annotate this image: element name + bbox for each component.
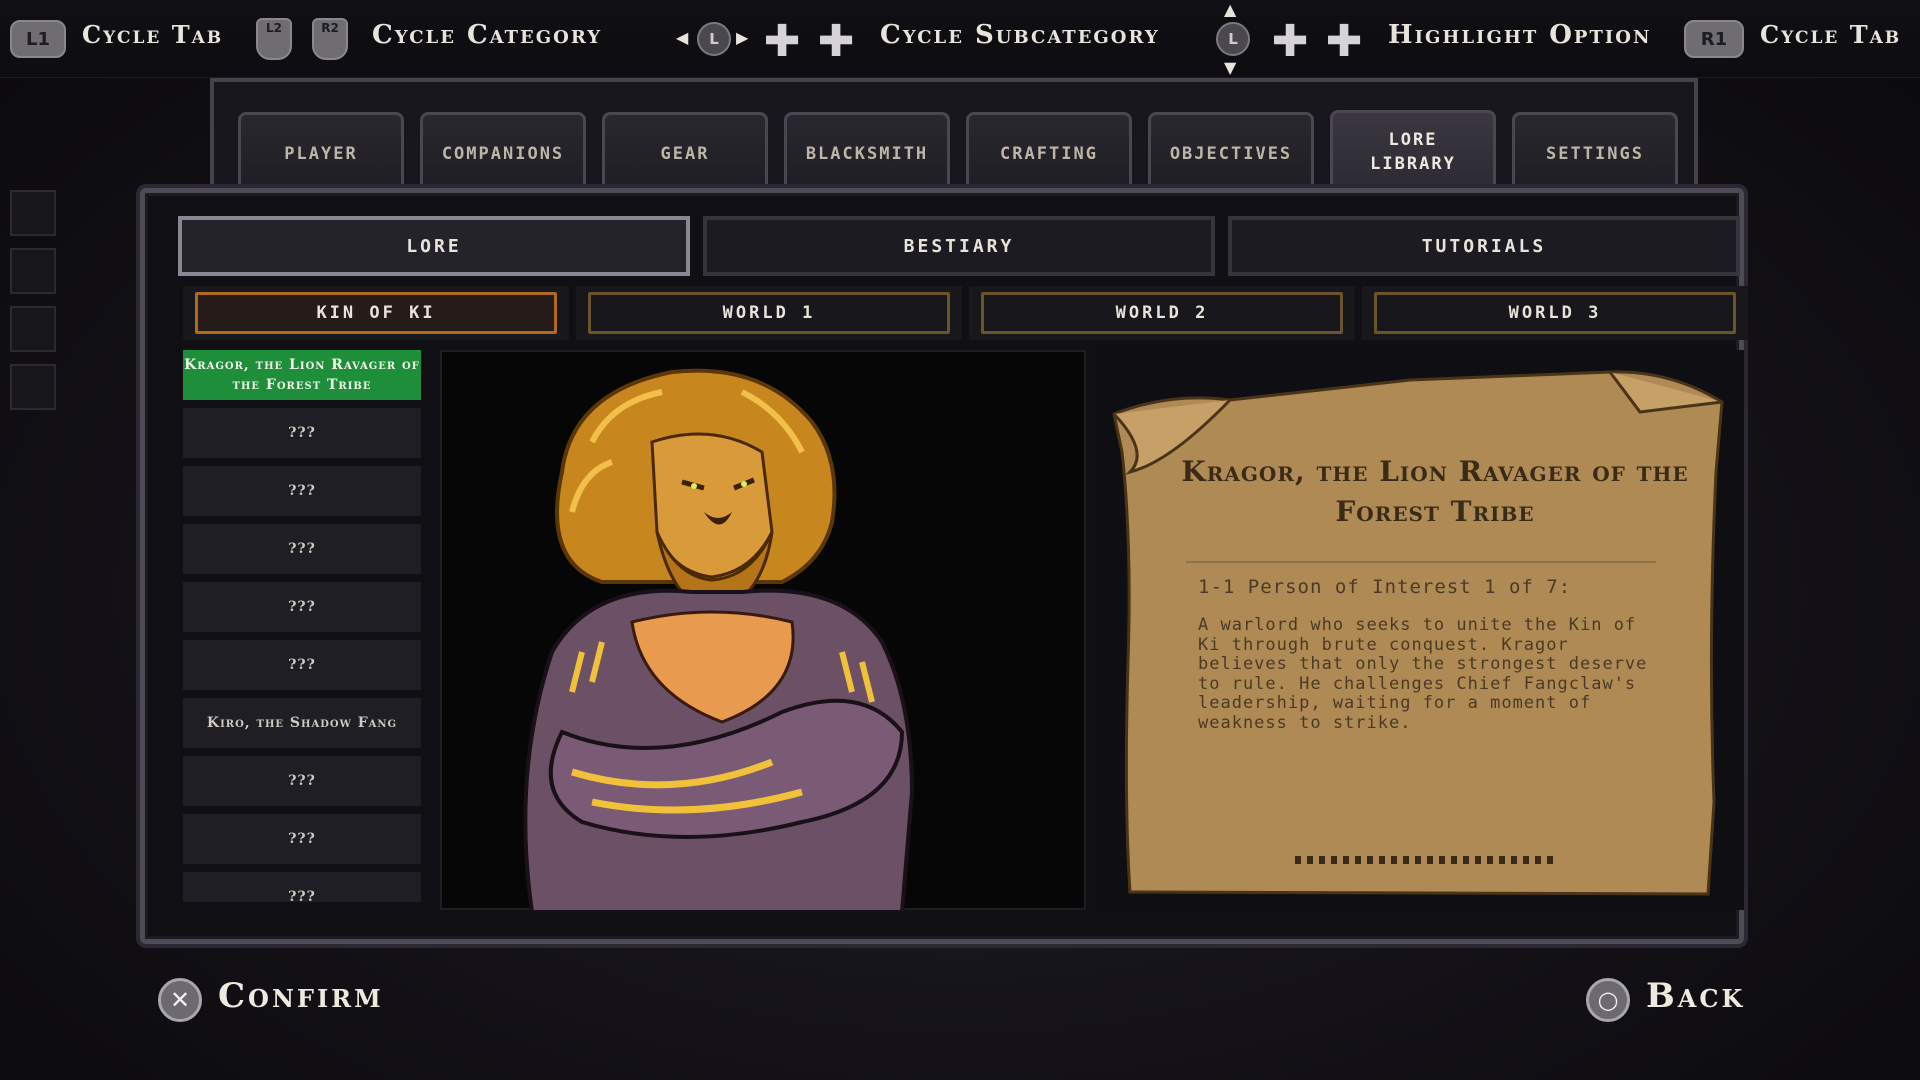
down-arrow-icon: ▼: [1224, 58, 1237, 77]
l1-button-icon: L1: [10, 20, 66, 58]
lore-body: A warlord who seeks to unite the Kin of …: [1198, 615, 1648, 733]
main-tab-strip: PLAYER COMPANIONS GEAR BLACKSMITH CRAFTI…: [210, 78, 1698, 192]
hint-cycle-tab-right: Cycle Tab: [1760, 20, 1902, 49]
tab-crafting[interactable]: CRAFTING: [966, 112, 1132, 192]
hint-cycle-category: Cycle Category: [372, 20, 603, 50]
lore-entry-list[interactable]: Kragor, the Lion Ravager of the Forest T…: [183, 350, 421, 902]
character-portrait-panel: [440, 350, 1086, 914]
subcategory-kin-of-ki[interactable]: KIN OF KI: [183, 286, 569, 340]
confirm-label[interactable]: Confirm: [218, 976, 384, 1016]
category-bestiary[interactable]: BESTIARY: [703, 216, 1215, 276]
subcategory-world-2[interactable]: WORLD 2: [969, 286, 1355, 340]
tab-label: PLAYER: [284, 143, 358, 164]
hint-cycle-subcategory: Cycle Subcategory: [880, 20, 1160, 50]
list-item[interactable]: ???: [183, 814, 421, 864]
tab-label: SETTINGS: [1546, 143, 1644, 164]
right-arrow-icon: ▶: [736, 28, 749, 47]
back-label[interactable]: Back: [1646, 976, 1745, 1016]
lion-warrior-portrait: [523, 368, 915, 914]
tab-objectives[interactable]: OBJECTIVES: [1148, 112, 1314, 192]
hint-highlight-option: Highlight Option: [1388, 20, 1652, 50]
lore-title: Kragor, the Lion Ravager of the Forest T…: [1181, 455, 1689, 528]
list-item[interactable]: Kragor, the Lion Ravager of the Forest T…: [183, 350, 421, 400]
left-stick-icon: L: [697, 22, 731, 56]
dpad-up-icon: ✚: [1271, 16, 1309, 67]
list-item[interactable]: ???: [183, 408, 421, 458]
scroll-progress-dots: [1295, 856, 1555, 864]
hud-slot: [10, 190, 56, 236]
subcategory-label: KIN OF KI: [316, 303, 436, 323]
lore-subtitle: 1-1 Person of Interest 1 of 7:: [1198, 576, 1572, 598]
tab-label: COMPANIONS: [441, 143, 565, 164]
tab-label: GEAR: [660, 143, 710, 164]
tab-label: BLACKSMITH: [805, 143, 929, 164]
list-item[interactable]: ???: [183, 872, 421, 902]
list-item[interactable]: ???: [183, 582, 421, 632]
tab-gear[interactable]: GEAR: [602, 112, 768, 192]
hud-slot: [10, 364, 56, 410]
tab-lore-library[interactable]: LORE LIBRARY: [1330, 110, 1496, 190]
category-tutorials[interactable]: TUTORIALS: [1228, 216, 1740, 276]
subcategory-world-3[interactable]: WORLD 3: [1362, 286, 1748, 340]
list-item[interactable]: Kiro, the Shadow Fang: [183, 698, 421, 748]
dpad-right-icon: ✚: [817, 16, 855, 67]
tab-label: OBJECTIVES: [1169, 143, 1293, 164]
subcategory-label: WORLD 3: [1508, 303, 1602, 323]
subcategory-world-1[interactable]: WORLD 1: [576, 286, 962, 340]
circle-button-icon[interactable]: ○: [1586, 978, 1630, 1022]
title-divider: [1186, 561, 1656, 563]
tab-companions[interactable]: COMPANIONS: [420, 112, 586, 192]
hint-cycle-tab-left: Cycle Tab: [82, 20, 224, 49]
tab-label: CRAFTING: [1000, 143, 1098, 164]
list-item[interactable]: ???: [183, 466, 421, 516]
cross-button-icon[interactable]: ✕: [158, 978, 202, 1022]
controller-hint-bar: L1 Cycle Tab L2 R2 Cycle Category ◀ L ▶ …: [0, 0, 1920, 78]
tab-blacksmith[interactable]: BLACKSMITH: [784, 112, 950, 192]
hud-slot: [10, 248, 56, 294]
tab-player[interactable]: PLAYER: [238, 112, 404, 192]
list-item[interactable]: ???: [183, 524, 421, 574]
tab-label: LORE LIBRARY: [1370, 129, 1456, 174]
tab-settings[interactable]: SETTINGS: [1512, 112, 1678, 192]
subcategory-label: WORLD 2: [1115, 303, 1209, 323]
list-item[interactable]: ???: [183, 756, 421, 806]
left-stick-vertical-icon: L: [1216, 22, 1250, 56]
r2-trigger-icon: R2: [312, 18, 348, 60]
hud-slot: [10, 306, 56, 352]
left-arrow-icon: ◀: [676, 28, 689, 47]
l2-trigger-icon: L2: [256, 18, 292, 60]
list-item[interactable]: ???: [183, 640, 421, 690]
category-lore[interactable]: LORE: [178, 216, 690, 276]
r1-button-icon: R1: [1684, 20, 1744, 58]
subcategory-label: WORLD 1: [722, 303, 816, 323]
dpad-left-icon: ✚: [763, 16, 801, 67]
up-arrow-icon: ▲: [1224, 0, 1237, 19]
dpad-down-icon: ✚: [1325, 16, 1363, 67]
hud-sidebar-background: [0, 70, 130, 970]
